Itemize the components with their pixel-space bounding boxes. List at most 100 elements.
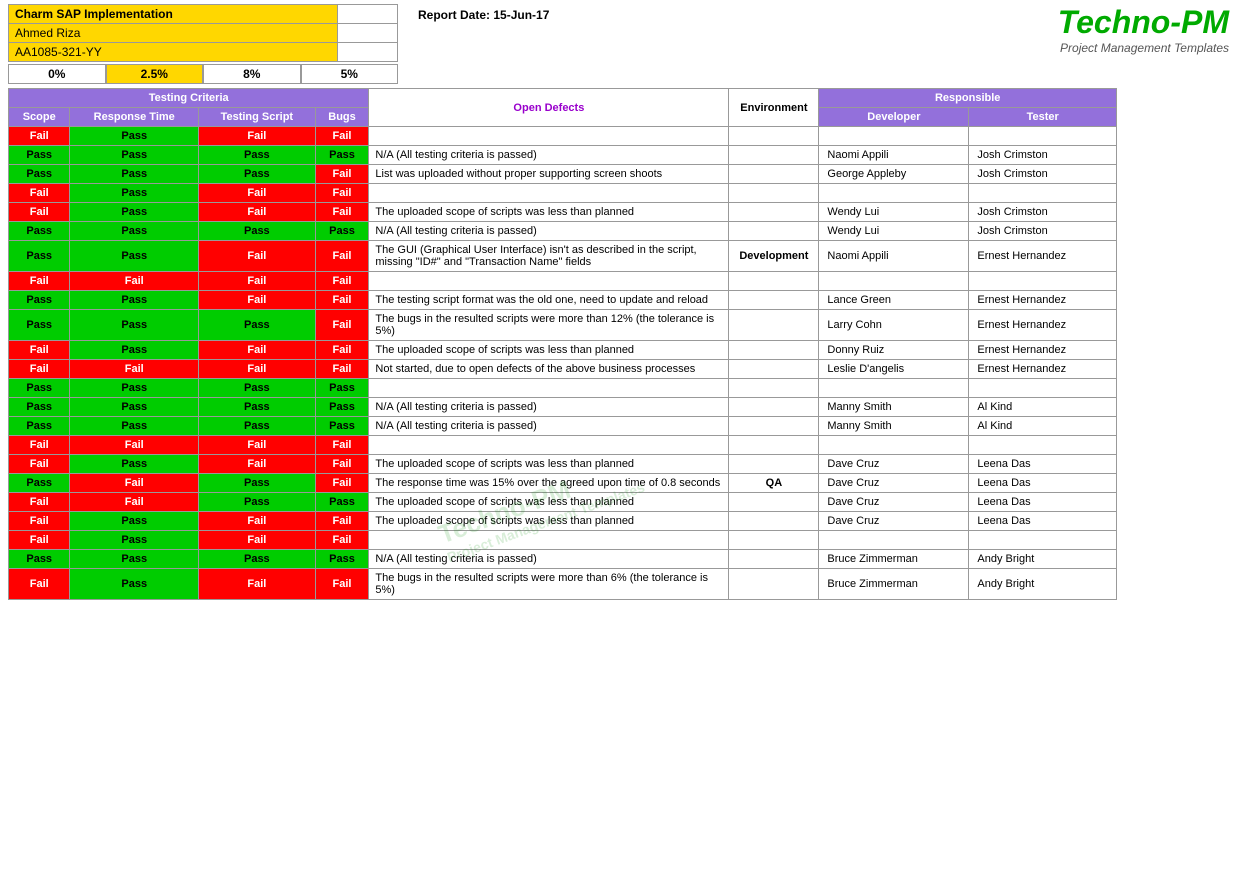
col-response: Response Time <box>70 108 199 127</box>
environment-cell <box>729 512 819 531</box>
scope-cell: Pass <box>9 417 70 436</box>
script-cell: Pass <box>199 222 316 241</box>
bugs-cell: Fail <box>315 184 369 203</box>
scope-cell: Fail <box>9 531 70 550</box>
testing-criteria-header: Testing Criteria <box>9 89 369 108</box>
project-id: AA1085-321-YY <box>9 43 338 62</box>
script-cell: Pass <box>199 550 316 569</box>
tester-cell: Leena Das <box>969 474 1117 493</box>
environment-cell <box>729 417 819 436</box>
bugs-cell: Fail <box>315 341 369 360</box>
developer-cell: Dave Cruz <box>819 512 969 531</box>
developer-cell <box>819 379 969 398</box>
developer-cell: Manny Smith <box>819 398 969 417</box>
scope-cell: Fail <box>9 203 70 222</box>
environment-cell <box>729 398 819 417</box>
environment-cell <box>729 203 819 222</box>
response-cell: Pass <box>70 203 199 222</box>
bugs-cell: Fail <box>315 165 369 184</box>
script-cell: Fail <box>199 241 316 272</box>
bugs-cell: Pass <box>315 550 369 569</box>
developer-cell: Naomi Appili <box>819 146 969 165</box>
script-cell: Pass <box>199 310 316 341</box>
pct-5: 5% <box>301 64 399 84</box>
defect-cell <box>369 531 729 550</box>
environment-cell: QA <box>729 474 819 493</box>
tester-cell: Josh Crimston <box>969 203 1117 222</box>
scope-cell: Fail <box>9 493 70 512</box>
script-cell: Pass <box>199 398 316 417</box>
developer-cell: Dave Cruz <box>819 474 969 493</box>
defect-cell: The bugs in the resulted scripts were mo… <box>369 310 729 341</box>
defect-cell: The uploaded scope of scripts was less t… <box>369 493 729 512</box>
bugs-cell: Pass <box>315 146 369 165</box>
bugs-cell: Fail <box>315 531 369 550</box>
developer-cell <box>819 436 969 455</box>
script-cell: Fail <box>199 436 316 455</box>
script-cell: Fail <box>199 455 316 474</box>
pct-0: 0% <box>8 64 106 84</box>
developer-cell: Naomi Appili <box>819 241 969 272</box>
scope-cell: Fail <box>9 436 70 455</box>
developer-cell: Wendy Lui <box>819 203 969 222</box>
response-cell: Pass <box>70 146 199 165</box>
report-date-label: Report Date: <box>418 8 490 22</box>
response-cell: Pass <box>70 241 199 272</box>
developer-cell <box>819 272 969 291</box>
scope-cell: Pass <box>9 310 70 341</box>
bugs-cell: Pass <box>315 398 369 417</box>
col-bugs: Bugs <box>315 108 369 127</box>
tester-cell: Ernest Hernandez <box>969 360 1117 379</box>
response-cell: Pass <box>70 379 199 398</box>
developer-cell: Dave Cruz <box>819 493 969 512</box>
scope-cell: Pass <box>9 550 70 569</box>
environment-cell <box>729 379 819 398</box>
tester-cell <box>969 531 1117 550</box>
tester-header: Tester <box>969 108 1117 127</box>
tester-cell <box>969 436 1117 455</box>
bugs-cell: Fail <box>315 310 369 341</box>
script-cell: Pass <box>199 146 316 165</box>
defect-cell <box>369 436 729 455</box>
environment-cell <box>729 165 819 184</box>
open-defects-header: Open Defects <box>369 89 729 127</box>
scope-cell: Pass <box>9 379 70 398</box>
developer-cell: Lance Green <box>819 291 969 310</box>
defect-cell: N/A (All testing criteria is passed) <box>369 417 729 436</box>
tester-cell: Ernest Hernandez <box>969 310 1117 341</box>
response-cell: Pass <box>70 222 199 241</box>
scope-cell: Fail <box>9 569 70 600</box>
script-cell: Pass <box>199 474 316 493</box>
bugs-cell: Fail <box>315 569 369 600</box>
script-cell: Fail <box>199 291 316 310</box>
bugs-cell: Pass <box>315 379 369 398</box>
environment-cell <box>729 127 819 146</box>
scope-cell: Pass <box>9 241 70 272</box>
bugs-cell: Fail <box>315 203 369 222</box>
environment-cell <box>729 550 819 569</box>
response-cell: Pass <box>70 291 199 310</box>
script-cell: Fail <box>199 203 316 222</box>
defect-cell: N/A (All testing criteria is passed) <box>369 222 729 241</box>
developer-cell: George Appleby <box>819 165 969 184</box>
tester-cell: Leena Das <box>969 512 1117 531</box>
defect-cell: The uploaded scope of scripts was less t… <box>369 455 729 474</box>
developer-cell <box>819 127 969 146</box>
response-cell: Pass <box>70 165 199 184</box>
response-cell: Fail <box>70 436 199 455</box>
script-cell: Pass <box>199 417 316 436</box>
scope-cell: Pass <box>9 398 70 417</box>
tester-cell: Andy Bright <box>969 550 1117 569</box>
bugs-cell: Fail <box>315 474 369 493</box>
environment-cell <box>729 146 819 165</box>
scope-cell: Fail <box>9 184 70 203</box>
defect-cell: Not started, due to open defects of the … <box>369 360 729 379</box>
script-cell: Fail <box>199 360 316 379</box>
defect-cell <box>369 272 729 291</box>
brand-subtitle: Project Management Templates <box>1058 41 1229 55</box>
bugs-cell: Pass <box>315 222 369 241</box>
tester-cell: Josh Crimston <box>969 222 1117 241</box>
developer-cell: Wendy Lui <box>819 222 969 241</box>
environment-cell <box>729 341 819 360</box>
bugs-cell: Fail <box>315 436 369 455</box>
